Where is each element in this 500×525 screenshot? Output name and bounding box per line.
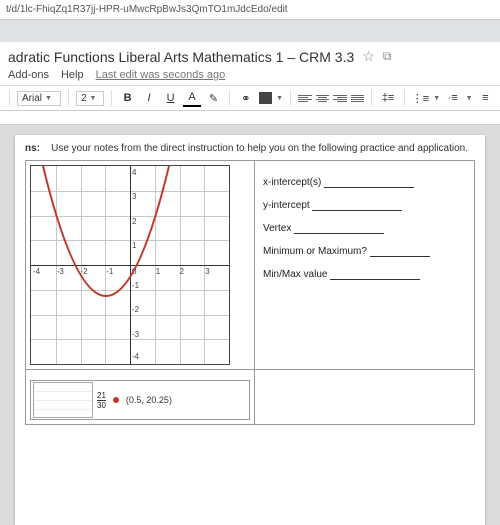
fragment-cell: 21 30 (0.5, 20.25) bbox=[26, 370, 255, 425]
canvas: ns: Use your notes from the direct instr… bbox=[0, 125, 500, 525]
worksheet-table: 4 3 2 1 -1 -2 -3 -4 -4 -3 -2 -1 0 1 bbox=[25, 160, 475, 425]
menu-bar: Add-ons Help Last edit was seconds ago bbox=[0, 67, 500, 86]
text-color-button[interactable]: A bbox=[183, 89, 200, 107]
link-button[interactable]: ⚭ bbox=[237, 89, 254, 107]
align-right-button[interactable] bbox=[333, 94, 347, 103]
font-size-dropdown[interactable]: 2▼ bbox=[76, 91, 104, 106]
field-yintercept: y-intercept bbox=[263, 200, 466, 211]
bold-button[interactable]: B bbox=[119, 89, 136, 107]
indent-button[interactable]: ≡ bbox=[477, 89, 494, 107]
numbered-list-button[interactable]: ⋮≡ bbox=[412, 89, 429, 107]
toolbar: Arial▼ 2▼ B I U A ✎ ⚭ ▼ ‡≡ ⋮≡ ▼ ∙≡ ▼ ≡ bbox=[0, 86, 500, 111]
menu-addons[interactable]: Add-ons bbox=[8, 69, 49, 81]
fragment-graph: 21 30 (0.5, 20.25) bbox=[30, 380, 250, 420]
address-bar[interactable]: t/d/1lc-FhiqZq1R37jj-HPR-uMwcRpBwJs3QmTO… bbox=[0, 0, 500, 20]
field-minmax-q: Minimum or Maximum? bbox=[263, 246, 466, 257]
bulleted-list-button[interactable]: ∙≡ bbox=[444, 89, 461, 107]
chevron-down-icon: ▼ bbox=[433, 95, 440, 102]
field-minmax-v: Min/Max value bbox=[263, 269, 466, 280]
align-justify-button[interactable] bbox=[351, 94, 365, 103]
align-left-button[interactable] bbox=[298, 94, 312, 103]
highlight-button[interactable]: ✎ bbox=[205, 89, 222, 107]
title-bar: adratic Functions Liberal Arts Mathemati… bbox=[0, 42, 500, 67]
graph: 4 3 2 1 -1 -2 -3 -4 -4 -3 -2 -1 0 1 bbox=[30, 165, 230, 365]
image-button[interactable] bbox=[259, 92, 273, 104]
field-vertex: Vertex bbox=[263, 223, 466, 234]
page: ns: Use your notes from the direct instr… bbox=[15, 135, 485, 525]
chevron-down-icon: ▼ bbox=[45, 95, 52, 102]
field-xintercept: x-intercept(s) bbox=[263, 177, 466, 188]
menu-help[interactable]: Help bbox=[61, 69, 84, 81]
parabola-curve bbox=[31, 166, 231, 366]
chevron-down-icon: ▼ bbox=[466, 95, 473, 102]
graph-cell: 4 3 2 1 -1 -2 -3 -4 -4 -3 -2 -1 0 1 bbox=[26, 161, 255, 370]
chevron-down-icon: ▼ bbox=[90, 95, 97, 102]
directions: ns: Use your notes from the direct instr… bbox=[25, 143, 475, 154]
align-center-button[interactable] bbox=[316, 94, 330, 103]
move-icon[interactable]: ⧉ bbox=[383, 49, 392, 64]
browser-chrome-gap bbox=[0, 20, 500, 42]
line-spacing-button[interactable]: ‡≡ bbox=[379, 89, 396, 107]
chevron-down-icon: ▼ bbox=[276, 95, 283, 102]
underline-button[interactable]: U bbox=[162, 89, 179, 107]
answer-cell: x-intercept(s) y-intercept Vertex Minimu… bbox=[255, 161, 475, 370]
star-icon[interactable]: ☆ bbox=[362, 48, 375, 65]
ruler[interactable] bbox=[0, 111, 500, 125]
italic-button[interactable]: I bbox=[140, 89, 157, 107]
last-edit-link[interactable]: Last edit was seconds ago bbox=[96, 69, 226, 81]
font-dropdown[interactable]: Arial▼ bbox=[17, 91, 61, 106]
doc-title[interactable]: adratic Functions Liberal Arts Mathemati… bbox=[8, 49, 354, 65]
